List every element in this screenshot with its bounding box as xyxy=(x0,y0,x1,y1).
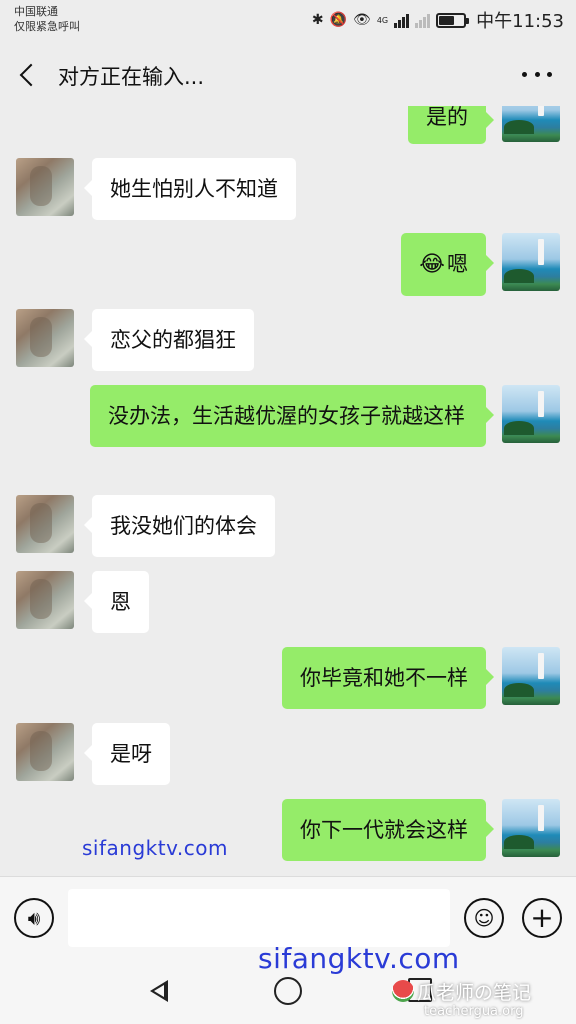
battery-icon xyxy=(436,12,470,28)
watermark-site-large: sifangktv.com xyxy=(258,942,460,975)
watermark-blog-url: teachergua.org xyxy=(424,1004,524,1019)
message-bubble[interactable]: 恩 xyxy=(84,571,149,633)
avatar-self[interactable] xyxy=(502,647,560,705)
voice-icon[interactable]: 🔊︎ xyxy=(14,898,54,938)
nav-back-icon[interactable] xyxy=(146,978,172,1004)
plus-icon[interactable]: + xyxy=(522,898,562,938)
emergency-only-label: 仅限紧急呼叫 xyxy=(14,20,80,33)
message-bubble[interactable]: 恋父的都猖狂 xyxy=(84,309,254,371)
laughing-emoji-icon: 😂 xyxy=(419,252,445,277)
more-options-icon[interactable] xyxy=(522,62,552,86)
message-bubble[interactable]: 没办法，生活越优渥的女孩子就越这样 xyxy=(90,385,494,447)
status-icons: ✱ 🔕 👁 4G 中午11:53 xyxy=(312,8,564,32)
message-bubble[interactable]: 她生怕别人不知道 xyxy=(84,158,296,220)
status-bar: 中国联通 仅限紧急呼叫 ✱ 🔕 👁 4G 中午11:53 xyxy=(0,0,576,44)
avatar-self[interactable] xyxy=(502,799,560,857)
message-list[interactable]: 是的 她生怕别人不知道 😂嗯 恋父的都猖狂 没办法，生活越优渥的女孩子就越这样 … xyxy=(0,106,576,876)
bluetooth-icon: ✱ xyxy=(311,12,324,28)
avatar-contact[interactable] xyxy=(16,495,74,553)
chat-header: 对方正在输入... xyxy=(0,44,576,106)
message-bubble[interactable]: 我没她们的体会 xyxy=(84,495,275,557)
carrier-name: 中国联通 xyxy=(14,5,58,18)
eye-icon: 👁 xyxy=(353,12,371,28)
message-bubble[interactable]: 😂嗯 xyxy=(401,233,494,296)
watermelon-logo-icon xyxy=(392,980,414,1002)
avatar-contact[interactable] xyxy=(16,723,74,781)
signal-icon-secondary xyxy=(415,12,431,28)
avatar-self[interactable] xyxy=(502,233,560,291)
watermark-site-small: sifangktv.com xyxy=(82,836,228,860)
message-bubble[interactable]: 你下一代就会这样 xyxy=(282,799,494,861)
message-text: 嗯 xyxy=(447,252,468,276)
chat-title: 对方正在输入... xyxy=(58,65,205,89)
avatar-contact[interactable] xyxy=(16,309,74,367)
message-bubble[interactable]: 是呀 xyxy=(84,723,170,785)
clock: 中午11:53 xyxy=(476,11,564,32)
carrier-info: 中国联通 仅限紧急呼叫 xyxy=(14,4,80,34)
battery-level xyxy=(439,15,454,25)
nav-home-icon[interactable] xyxy=(274,977,302,1005)
message-bubble[interactable]: 你毕竟和她不一样 xyxy=(282,647,494,709)
signal-icon xyxy=(394,12,410,28)
watermark-blog-name: 瓜老师の笔记 xyxy=(392,978,531,1005)
emoji-icon[interactable]: ☺ xyxy=(464,898,504,938)
avatar-contact[interactable] xyxy=(16,571,74,629)
message-bubble[interactable]: 是的 xyxy=(408,106,494,144)
message-input[interactable] xyxy=(68,889,450,947)
back-icon[interactable] xyxy=(14,58,44,92)
avatar-self[interactable] xyxy=(502,106,560,142)
mute-icon: 🔕 xyxy=(329,12,348,28)
avatar-contact[interactable] xyxy=(16,158,74,216)
avatar-self[interactable] xyxy=(502,385,560,443)
network-type: 4G xyxy=(376,15,389,25)
